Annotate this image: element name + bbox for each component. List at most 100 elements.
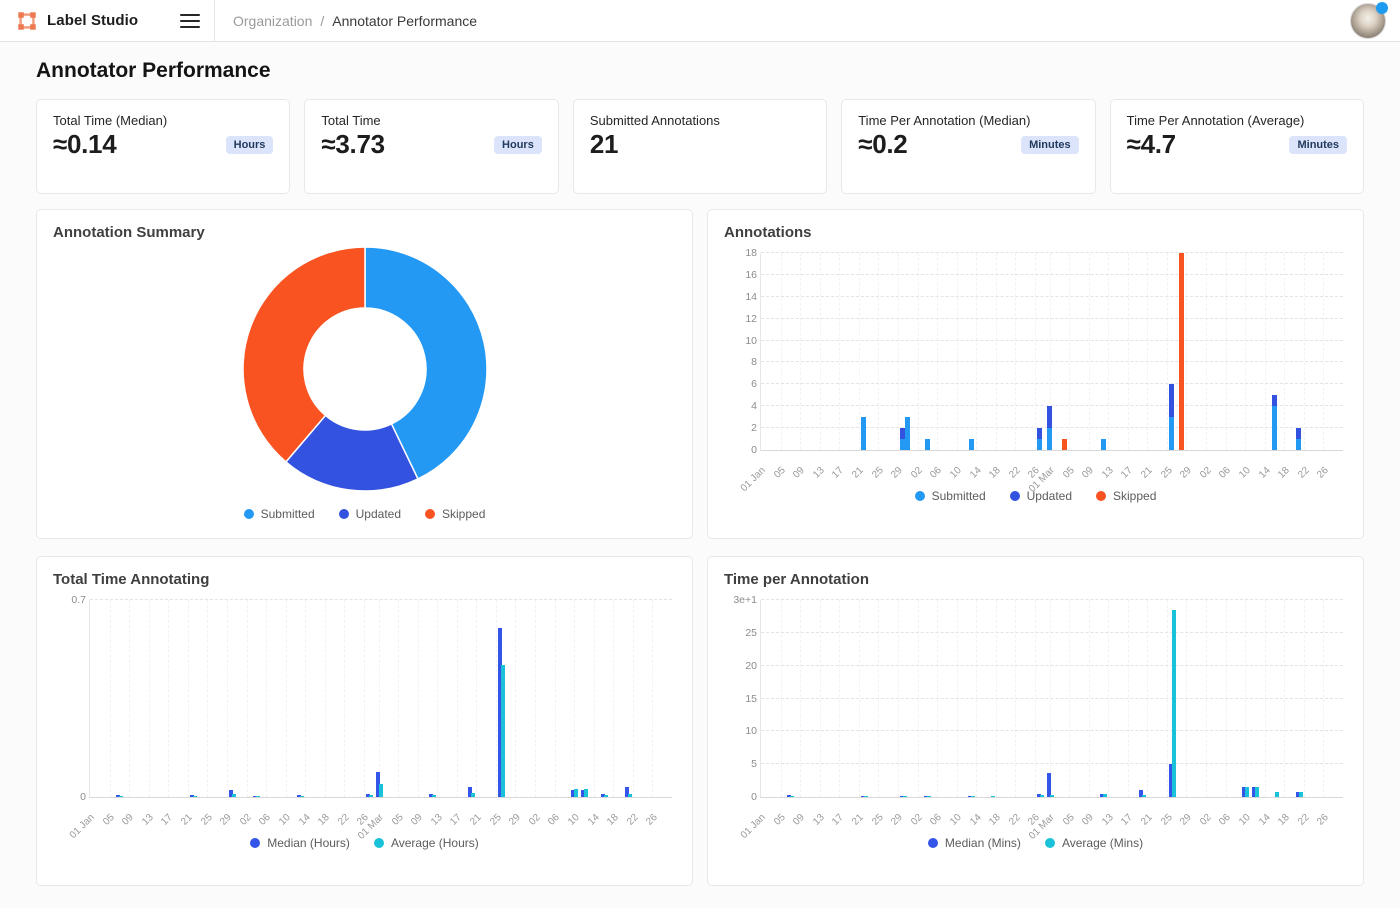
plot-area: 00.7	[89, 600, 672, 798]
y-gridline	[761, 698, 1343, 699]
x-gridline	[418, 600, 419, 797]
y-axis-label: 20	[727, 660, 757, 672]
legend-dot-icon	[928, 838, 938, 848]
chart-legend: Submitted Updated Skipped	[724, 489, 1347, 503]
x-gridline	[1304, 253, 1305, 450]
bar-average	[193, 796, 197, 797]
bar-average	[604, 795, 608, 797]
app-title: Label Studio	[47, 12, 138, 29]
breadcrumb-current: Annotator Performance	[332, 13, 477, 29]
x-gridline	[1323, 600, 1324, 797]
chart-legend: Median (Mins) Average (Mins)	[724, 836, 1347, 850]
legend-item-skipped[interactable]: Skipped	[425, 507, 485, 521]
legend-item-median-mins-[interactable]: Median (Mins)	[928, 836, 1021, 850]
x-gridline	[555, 600, 556, 797]
y-axis-label: 10	[727, 335, 757, 347]
legend-item-average-hours-[interactable]: Average (Hours)	[374, 836, 479, 850]
x-gridline	[379, 600, 380, 797]
x-gridline	[1226, 253, 1227, 450]
annotator-performance-page: Annotator Performance Total Time (Median…	[0, 59, 1400, 886]
stat-card-value: ≈3.73	[321, 129, 384, 160]
top-bar: Label Studio Organization / Annotator Pe…	[0, 0, 1400, 42]
legend-item-average-mins-[interactable]: Average (Mins)	[1045, 836, 1143, 850]
y-gridline	[761, 599, 1343, 600]
y-axis-label: 25	[727, 627, 757, 639]
plot-area: 05101520253e+1	[760, 600, 1343, 798]
legend-item-submitted[interactable]: Submitted	[244, 507, 315, 521]
x-gridline	[1128, 253, 1129, 450]
bar-submitted	[1272, 406, 1277, 450]
breadcrumb-organization[interactable]: Organization	[233, 13, 312, 29]
x-gridline	[1245, 253, 1246, 450]
stat-card-unit-badge: Minutes	[1021, 136, 1079, 154]
stat-card-2: Total Time≈3.73Hours	[304, 99, 558, 194]
x-gridline	[1186, 600, 1187, 797]
x-gridline	[800, 253, 801, 450]
breadcrumb-separator: /	[320, 13, 324, 29]
x-gridline	[1323, 253, 1324, 450]
x-gridline	[1186, 253, 1187, 450]
legend-dot-icon	[1096, 491, 1106, 501]
legend-item-skipped[interactable]: Skipped	[1096, 489, 1156, 503]
legend-dot-icon	[244, 509, 254, 519]
x-gridline	[1069, 253, 1070, 450]
x-gridline	[878, 253, 879, 450]
y-gridline	[761, 730, 1343, 731]
y-gridline	[761, 383, 1343, 384]
menu-icon[interactable]	[180, 11, 200, 31]
panel-annotation-summary: Annotation Summary SubmittedUpdatedSkipp…	[36, 209, 693, 539]
x-gridline	[1147, 253, 1148, 450]
legend-item-updated[interactable]: Updated	[1010, 489, 1072, 503]
stat-card-4: Time Per Annotation (Median)≈0.2Minutes	[841, 99, 1095, 194]
bar-submitted	[861, 417, 866, 450]
x-gridline	[652, 600, 653, 797]
bar-submitted	[1169, 417, 1174, 450]
plot-area: 024681012141618	[760, 253, 1343, 451]
y-axis-label: 18	[727, 247, 757, 259]
x-gridline	[437, 600, 438, 797]
bar-average	[991, 796, 995, 797]
legend-dot-icon	[1010, 491, 1020, 501]
x-gridline	[820, 253, 821, 450]
y-axis-label: 2	[727, 422, 757, 434]
chart-legend: Submitted Updated Skipped	[244, 507, 486, 521]
bar-average	[1040, 795, 1044, 797]
bar-average	[1255, 787, 1259, 798]
x-gridline	[1128, 600, 1129, 797]
x-gridline	[1015, 600, 1016, 797]
stat-card-1: Total Time (Median)≈0.14Hours	[36, 99, 290, 194]
x-gridline	[515, 600, 516, 797]
bar-average	[501, 665, 505, 797]
bar-average	[300, 796, 304, 797]
bar-average	[927, 796, 931, 797]
user-avatar[interactable]	[1350, 3, 1386, 39]
y-axis-label: 0	[727, 791, 757, 803]
y-gridline	[761, 665, 1343, 666]
y-axis-label: 5	[727, 758, 757, 770]
x-gridline	[227, 600, 228, 797]
x-gridline	[1167, 253, 1168, 450]
panel-time-per-annotation: Time per Annotation 05101520253e+101 Jan…	[707, 556, 1364, 886]
label-studio-logo-icon	[16, 10, 38, 32]
stat-card-3: Submitted Annotations21	[573, 99, 827, 194]
bar-average	[1050, 795, 1054, 797]
bar-average	[1299, 792, 1303, 797]
legend-item-submitted[interactable]: Submitted	[915, 489, 986, 503]
x-gridline	[839, 253, 840, 450]
x-gridline	[168, 600, 169, 797]
x-gridline	[613, 600, 614, 797]
stat-card-label: Total Time	[321, 113, 541, 128]
bar-average	[119, 796, 123, 797]
x-gridline	[1226, 600, 1227, 797]
x-gridline	[1284, 600, 1285, 797]
x-gridline	[996, 253, 997, 450]
stat-card-5: Time Per Annotation (Average)≈4.7Minutes	[1110, 99, 1364, 194]
x-gridline	[344, 600, 345, 797]
legend-item-updated[interactable]: Updated	[339, 507, 401, 521]
x-gridline	[781, 253, 782, 450]
x-gridline	[207, 600, 208, 797]
x-gridline	[325, 600, 326, 797]
x-gridline	[305, 600, 306, 797]
legend-item-median-hours-[interactable]: Median (Hours)	[250, 836, 350, 850]
stat-card-label: Submitted Annotations	[590, 113, 810, 128]
